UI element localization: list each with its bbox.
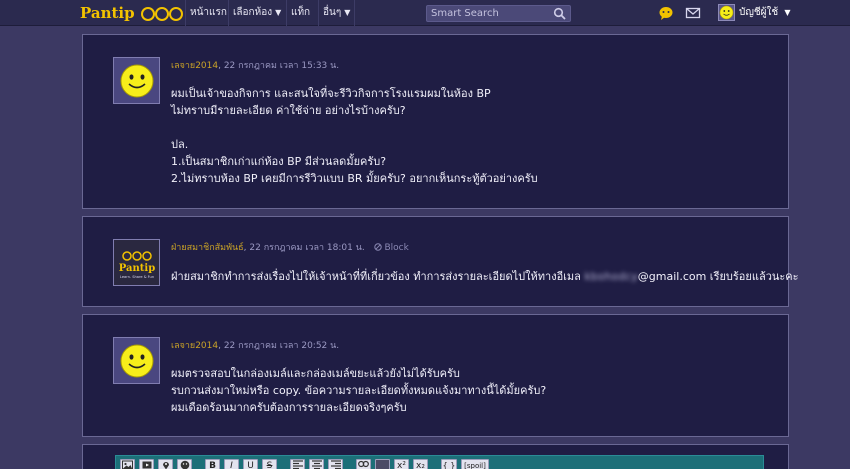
post-line: รบกวนส่งมาใหม่หรือ copy. ข้อความรายละเอี…	[171, 384, 547, 397]
blurred-email-user: kbohodcy	[584, 270, 638, 283]
spoil-button[interactable]: [spoil]	[461, 459, 489, 469]
user-avatar[interactable]	[718, 4, 735, 21]
post-line: @gmail.com เรียบร้อยแล้วนะคะ	[637, 270, 799, 283]
align-left-icon	[292, 460, 303, 469]
insert-video-button[interactable]	[139, 459, 154, 469]
insert-emoticon-button[interactable]	[177, 459, 192, 469]
insert-map-button[interactable]	[158, 459, 173, 469]
chevron-down-icon: ▼	[344, 8, 351, 17]
smiley-icon	[120, 344, 153, 377]
chevron-down-icon: ▼	[784, 8, 791, 17]
post-line: ปล.	[171, 138, 189, 151]
post-date: , 22 กรกฎาคม เวลา 15:33 น.	[218, 61, 340, 71]
post-body: ผมตรวจสอบในกล่องเมล์และกล่องเมล์ขยะแล้วย…	[171, 365, 546, 416]
nav-more[interactable]: อื่นๆ ▼	[318, 0, 356, 26]
block-icon	[373, 243, 382, 251]
author-name[interactable]: ฝ่ายสมาชิกสัมพันธ์	[171, 243, 244, 253]
comment-post: เลจาย2014, 22 กรกฎาคม เวลา 15:33 น. ผมเป…	[82, 34, 789, 209]
align-center-button[interactable]	[309, 459, 324, 469]
italic-button[interactable]: I	[224, 459, 239, 469]
pantip-logo[interactable]: Pantip	[80, 3, 185, 23]
nav-choose-room[interactable]: เลือกห้อง ▼	[228, 0, 285, 26]
underline-button[interactable]: U	[243, 459, 258, 469]
post-meta: เลจาย2014, 22 กรกฎาคม เวลา 20:52 น.	[171, 338, 339, 352]
logo-mark-icon	[140, 7, 183, 21]
image-icon	[122, 460, 133, 469]
insert-link-button[interactable]	[356, 459, 371, 469]
nav-home[interactable]: หน้าแรก	[185, 0, 231, 26]
author-name[interactable]: เลจาย2014	[171, 61, 218, 71]
search-icon[interactable]	[553, 7, 566, 20]
link-icon	[358, 460, 369, 468]
bold-button[interactable]: B	[205, 459, 220, 469]
avatar[interactable]	[113, 337, 160, 384]
post-line: ฝ่ายสมาชิกทำการส่งเรื่องไปให้เจ้าหน้าที่…	[171, 270, 585, 283]
mail-icon[interactable]	[685, 5, 701, 21]
emoticon-icon	[180, 460, 189, 469]
logo-text: Pantip	[80, 4, 135, 22]
pantip-logo-icon: Pantip Learn. Share & Fun	[118, 250, 155, 279]
post-body: ผมเป็นเจ้าของกิจการ และสนใจที่จะรีวิวกิจ…	[171, 85, 538, 187]
post-date: , 22 กรกฎาคม เวลา 18:01 น.	[243, 243, 365, 253]
align-left-button[interactable]	[290, 459, 305, 469]
nav-tags[interactable]: แท็ก	[286, 0, 314, 26]
chevron-down-icon: ▼	[275, 8, 282, 17]
superscript-button[interactable]: x²	[394, 459, 409, 469]
post-line	[171, 119, 538, 136]
post-meta: เลจาย2014, 22 กรกฎาคม เวลา 15:33 น.	[171, 58, 339, 72]
author-name[interactable]: เลจาย2014	[171, 341, 218, 351]
video-icon	[142, 461, 151, 469]
top-navbar: Pantip หน้าแรก เลือกห้อง▼ แท็ก อื่นๆ▼	[0, 0, 850, 26]
post-line: ผมเป็นเจ้าของกิจการ และสนใจที่จะรีวิวกิจ…	[171, 87, 491, 100]
comment-post: เลจาย2014, 22 กรกฎาคม เวลา 20:52 น. ผมตร…	[82, 314, 789, 437]
post-line: ผมเดือดร้อนมากครับต้องการรายละเอียดจริงๆ…	[171, 401, 407, 414]
post-meta: ฝ่ายสมาชิกสัมพันธ์, 22 กรกฎาคม เวลา 18:0…	[171, 240, 409, 254]
insert-image-button[interactable]	[120, 459, 135, 469]
search-input[interactable]	[426, 5, 571, 22]
subscript-button[interactable]: x₂	[413, 459, 428, 469]
avatar-logo-title: Pantip	[118, 263, 154, 274]
post-line: ผมตรวจสอบในกล่องเมล์และกล่องเมล์ขยะแล้วย…	[171, 367, 460, 380]
editor-toolbar: B I U S x² x₂ { } [spoil]	[115, 455, 764, 469]
reply-editor: B I U S x² x₂ { } [spoil]	[82, 444, 789, 469]
align-center-icon	[311, 460, 322, 469]
text-color-button[interactable]	[375, 459, 390, 469]
code-button[interactable]: { }	[441, 459, 457, 469]
align-right-button[interactable]	[328, 459, 343, 469]
post-line: 1.เป็นสมาชิกเก่าแก่ห้อง BP มีส่วนลดมั้ยค…	[171, 155, 387, 168]
post-line: ไม่ทราบมีรายละเอียด ค่าใช้จ่าย อย่างไรบ้…	[171, 104, 406, 117]
align-right-icon	[330, 460, 341, 469]
user-menu[interactable]: บัญชีผู้ใช้ ▼	[739, 0, 791, 26]
smiley-avatar-icon	[719, 5, 734, 20]
strikethrough-button[interactable]: S	[262, 459, 277, 469]
comment-post-admin: Pantip Learn. Share & Fun ฝ่ายสมาชิกสัมพ…	[82, 216, 799, 307]
map-pin-icon	[162, 462, 169, 469]
block-link[interactable]: Block	[373, 243, 409, 253]
post-line: 2.ไม่ทราบห้อง BP เคยมีการรีวิวแบบ BR มั้…	[171, 172, 538, 185]
smiley-icon	[120, 64, 153, 97]
avatar-logo-subtitle: Learn. Share & Fun	[119, 275, 153, 279]
post-body: ฝ่ายสมาชิกทำการส่งเรื่องไปให้เจ้าหน้าที่…	[171, 268, 799, 285]
post-date: , 22 กรกฎาคม เวลา 20:52 น.	[218, 341, 340, 351]
avatar[interactable]	[113, 57, 160, 104]
avatar[interactable]: Pantip Learn. Share & Fun	[113, 239, 160, 286]
chat-icon[interactable]	[658, 5, 674, 21]
